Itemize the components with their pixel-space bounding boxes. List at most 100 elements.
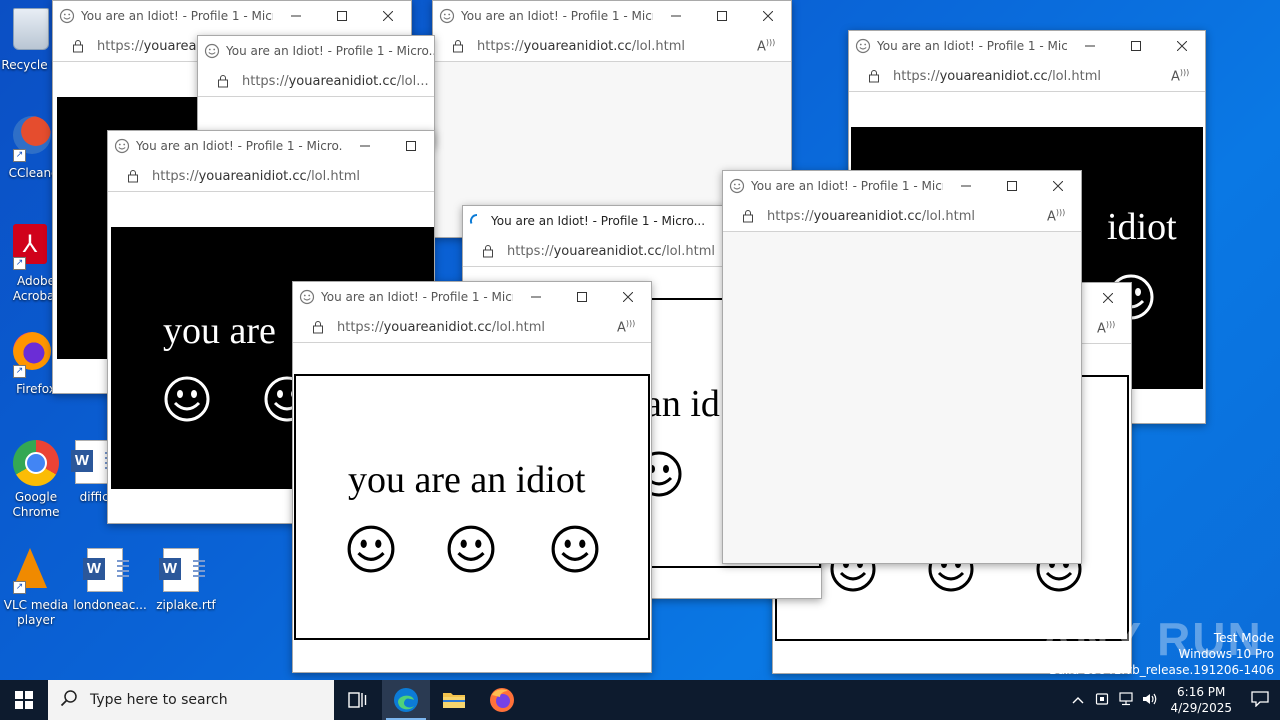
smiley-favicon-icon [299, 289, 315, 305]
read-aloud-icon[interactable]: A))) [757, 38, 777, 54]
clock-time: 6:16 PM [1177, 685, 1226, 699]
chrome-icon [13, 440, 59, 486]
volume-icon[interactable] [1138, 692, 1162, 709]
search-icon [60, 689, 80, 711]
minimize-button[interactable] [653, 1, 699, 31]
read-aloud-icon[interactable]: A))) [1171, 68, 1191, 84]
firefox-icon [490, 688, 514, 712]
address-bar[interactable]: https://youareanidiot.cc/lol.html A))) [293, 312, 651, 343]
address-bar[interactable]: https://youareanidiot.cc/lol.html A))) [723, 201, 1081, 232]
close-button[interactable] [605, 282, 651, 312]
url-text: https://youareanidiot.cc/lol.html [893, 68, 1101, 84]
window-title: You are an Idiot! - Profile 1 - Micro... [81, 9, 273, 23]
windows-logo-icon [15, 691, 33, 709]
shortcut-arrow-icon: ↗ [13, 257, 26, 270]
lock-icon [71, 39, 85, 53]
page-phrase: you are an idiot [348, 459, 586, 501]
minimize-button[interactable] [943, 171, 989, 201]
smiley-face-icon [164, 376, 210, 422]
task-view-button[interactable] [334, 680, 382, 720]
desktop-icon-ziplake[interactable]: ziplake.rtf [148, 548, 224, 613]
taskbar-clock[interactable]: 6:16 PM 4/29/2025 [1170, 684, 1232, 716]
minimize-button[interactable] [273, 1, 319, 31]
close-button[interactable] [1159, 31, 1205, 61]
shortcut-arrow-icon: ↗ [13, 581, 26, 594]
lock-icon [216, 74, 230, 88]
desktop-icon-label: Google Chrome [12, 490, 60, 519]
close-button[interactable] [745, 1, 791, 31]
minimize-button[interactable] [342, 131, 388, 161]
taskbar-firefox[interactable] [478, 680, 526, 720]
close-button[interactable] [365, 1, 411, 31]
desktop-icon-label: VLC media player [3, 598, 69, 627]
window-title: You are an Idiot! - Profile 1 - Micro... [136, 139, 342, 153]
page-phrase: an id [645, 383, 720, 425]
smiley-favicon-icon [59, 8, 75, 24]
smiley-favicon-icon [439, 8, 455, 24]
shortcut-arrow-icon: ↗ [13, 149, 26, 162]
minimize-button[interactable] [1067, 31, 1113, 61]
network-icon[interactable] [1114, 691, 1138, 709]
taskbar-file-explorer[interactable] [430, 680, 478, 720]
page-phrase: you are [163, 310, 276, 352]
smiley-favicon-icon [855, 38, 871, 54]
page-white-panel: you are an idiot [294, 374, 650, 640]
edge-icon [394, 688, 418, 712]
start-button[interactable] [0, 680, 48, 720]
window-title: You are an Idiot! - Profile 1 - Micro... [226, 44, 434, 58]
clock-date: 4/29/2025 [1170, 701, 1232, 715]
page-phrase: idiot [1107, 206, 1177, 248]
address-bar[interactable]: https://youareanidiot.cc/lol.html [108, 161, 434, 192]
maximize-button[interactable] [559, 282, 605, 312]
browser-window[interactable]: You are an Idiot! - Profile 1 - Micro...… [292, 281, 652, 673]
smiley-favicon-icon [729, 178, 745, 194]
desktop-icon-londoneac[interactable]: londoneac... [72, 548, 148, 613]
maximize-button[interactable] [388, 131, 434, 161]
minimize-button[interactable] [513, 282, 559, 312]
address-bar[interactable]: https://youareanidiot.cc/lol... [198, 66, 434, 97]
desktop-icon-label: londoneac... [73, 598, 147, 612]
search-placeholder: Type here to search [90, 692, 228, 708]
smiley-face-icon [347, 525, 395, 573]
desktop-icon-chrome[interactable]: Google Chrome [0, 440, 74, 520]
address-bar[interactable]: https://youareanidiot.cc/lol.html A))) [433, 31, 791, 62]
close-button[interactable] [1035, 171, 1081, 201]
desktop-icon-vlc[interactable]: ↗ VLC media player [0, 548, 74, 628]
close-button[interactable] [1085, 283, 1131, 313]
lock-icon [741, 209, 755, 223]
lock-icon [867, 69, 881, 83]
maximize-button[interactable] [319, 1, 365, 31]
read-aloud-icon[interactable]: A))) [1047, 208, 1067, 224]
url-text: https://youareanidiot.cc/lol.html [477, 38, 685, 54]
smiley-favicon-icon [204, 43, 220, 59]
word-document-icon [87, 548, 123, 592]
windows-watermark: Test Mode Windows 10 Pro Build 19041.vb_… [1049, 631, 1274, 677]
read-aloud-icon[interactable]: A))) [1097, 320, 1117, 336]
address-bar[interactable]: https://youareanidiot.cc/lol.html A))) [849, 61, 1205, 92]
recycle-bin-icon [13, 8, 49, 50]
shortcut-arrow-icon: ↗ [13, 365, 26, 378]
system-tray: 6:16 PM 4/29/2025 [1066, 680, 1280, 720]
window-title: You are an Idiot! - Profile 1 - Micro... [751, 179, 943, 193]
chevron-up-icon[interactable] [1066, 693, 1090, 707]
taskbar: Type here to search 6:16 PM 4/29/2025 [0, 680, 1280, 720]
url-text: https://youareanidiot.cc/lol.html [152, 168, 360, 184]
loading-spinner-icon [469, 213, 485, 229]
window-title: You are an Idiot! - Profile 1 - Micro... [321, 290, 513, 304]
maximize-button[interactable] [1113, 31, 1159, 61]
read-aloud-icon[interactable]: A))) [617, 319, 637, 335]
lock-icon [126, 169, 140, 183]
lock-icon [481, 244, 495, 258]
word-document-icon [163, 548, 199, 592]
taskbar-edge[interactable] [382, 680, 430, 720]
task-view-icon [348, 692, 367, 708]
taskbar-search-box[interactable]: Type here to search [48, 680, 334, 720]
maximize-button[interactable] [699, 1, 745, 31]
browser-window[interactable]: You are an Idiot! - Profile 1 - Micro...… [722, 170, 1082, 564]
desktop: Recycle Bin ↗ CCleaner ⅄ ↗ Adobe Acrobat … [0, 0, 1280, 680]
shield-icon[interactable] [1090, 692, 1114, 709]
folder-icon [443, 693, 465, 708]
notification-center-icon[interactable] [1240, 690, 1280, 710]
url-text: https://youareanidiot.cc/lol.html [767, 208, 975, 224]
maximize-button[interactable] [989, 171, 1035, 201]
